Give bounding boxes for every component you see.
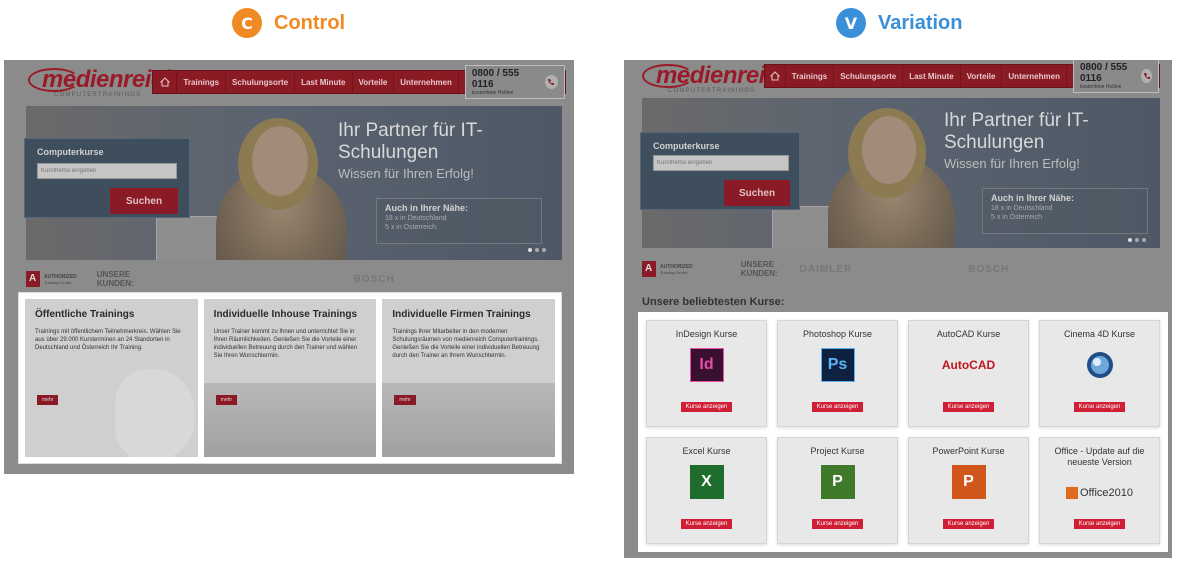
hotline-number: 0800 / 555 0116 bbox=[1079, 62, 1128, 84]
logo-swoosh-icon bbox=[642, 64, 694, 88]
office-icon: Office2010 bbox=[1063, 476, 1137, 510]
kurse-anzeigen-button[interactable]: Kurse anzeigen bbox=[1073, 519, 1126, 529]
control-screenshot: medienreich COMPUTERTRAININGS Trainings … bbox=[4, 60, 574, 474]
course-card-autocad[interactable]: AutoCAD Kurse AutoCAD Kurse anzeigen bbox=[908, 320, 1029, 427]
client-logo-daimler: DAIMLER bbox=[799, 263, 853, 275]
adobe-icon bbox=[642, 261, 656, 277]
nearby-locations-box[interactable]: Auch in Ihrer Nähe: 18 x in Deutschland … bbox=[982, 188, 1148, 234]
variation-badge: V bbox=[836, 8, 866, 38]
kurse-anzeigen-button[interactable]: Kurse anzeigen bbox=[1073, 402, 1126, 412]
clients-label: UNSERE KUNDEN: bbox=[740, 260, 778, 278]
hero-subtitle: Wissen für Ihren Erfolg! bbox=[944, 156, 1080, 171]
course-card-excel[interactable]: Excel Kurse X Kurse anzeigen bbox=[646, 437, 767, 544]
clients-label: UNSERE KUNDEN: bbox=[96, 270, 134, 288]
kurse-anzeigen-button[interactable]: Kurse anzeigen bbox=[680, 519, 733, 529]
powerpoint-icon: P bbox=[951, 465, 986, 499]
client-logo-bosch: BOSCH bbox=[353, 273, 395, 285]
hotline-box[interactable]: 0800 / 555 0116 kostenfreie Hotline bbox=[464, 65, 565, 99]
nav-item-unternehmen[interactable]: Unternehmen bbox=[394, 71, 459, 93]
hotline-label: kostenfreie Hotline bbox=[1079, 84, 1122, 90]
card-oeffentliche-trainings[interactable]: Öffentliche Trainings Trainings mit öffe… bbox=[25, 299, 198, 457]
nav-item-vorteile[interactable]: Vorteile bbox=[961, 65, 1003, 87]
germany-map-image bbox=[115, 369, 195, 457]
nav-item-unternehmen[interactable]: Unternehmen bbox=[1002, 65, 1067, 87]
cinema4d-icon bbox=[1083, 348, 1117, 382]
excel-icon: X bbox=[689, 465, 724, 499]
nearby-locations-box[interactable]: Auch in Ihrer Nähe: 18 x in Deutschland … bbox=[376, 198, 542, 244]
variation-screenshot: medienreich COMPUTERTRAININGS Trainings … bbox=[624, 60, 1172, 558]
adobe-authorized-logo: AUTHORIZED Training Center bbox=[26, 271, 77, 287]
variation-heading: V Variation bbox=[836, 8, 962, 38]
kurse-anzeigen-button[interactable]: Kurse anzeigen bbox=[680, 402, 733, 412]
hotline-number: 0800 / 555 0116 bbox=[471, 68, 520, 90]
main-nav: Trainings Schulungsorte Last Minute Vort… bbox=[764, 60, 1160, 93]
main-nav: Trainings Schulungsorte Last Minute Vort… bbox=[152, 65, 566, 99]
nav-item-schulungsorte[interactable]: Schulungsorte bbox=[834, 65, 904, 87]
kurse-anzeigen-button[interactable]: Kurse anzeigen bbox=[942, 402, 995, 412]
mehr-button[interactable]: mehr bbox=[394, 395, 416, 405]
search-title: Computerkurse bbox=[653, 141, 720, 151]
kurse-anzeigen-button[interactable]: Kurse anzeigen bbox=[942, 519, 995, 529]
home-icon[interactable] bbox=[765, 65, 786, 87]
course-card-office-update[interactable]: Office - Update auf die neueste Version … bbox=[1039, 437, 1160, 544]
search-input[interactable] bbox=[653, 155, 789, 171]
course-card-powerpoint[interactable]: PowerPoint Kurse P Kurse anzeigen bbox=[908, 437, 1029, 544]
popular-courses-grid: InDesign Kurse Id Kurse anzeigen Photosh… bbox=[638, 312, 1168, 552]
card-individuelle-inhouse-trainings[interactable]: Individuelle Inhouse Trainings Unser Tra… bbox=[203, 299, 377, 457]
nav-item-vorteile[interactable]: Vorteile bbox=[353, 71, 395, 93]
hero-title: Ihr Partner für IT- Schulungen bbox=[338, 120, 483, 163]
nav-item-last-minute[interactable]: Last Minute bbox=[295, 71, 353, 93]
course-card-indesign[interactable]: InDesign Kurse Id Kurse anzeigen bbox=[646, 320, 767, 427]
course-card-photoshop[interactable]: Photoshop Kurse Ps Kurse anzeigen bbox=[777, 320, 898, 427]
clients-row: AUTHORIZED Training Center UNSERE KUNDEN… bbox=[642, 256, 1162, 282]
logo-swoosh-icon bbox=[28, 68, 80, 92]
autocad-icon: AutoCAD bbox=[941, 358, 996, 372]
project-icon: P bbox=[820, 465, 855, 499]
popular-courses-heading: Unsere beliebtesten Kurse: bbox=[642, 296, 785, 308]
phone-icon bbox=[544, 75, 558, 89]
nav-item-trainings[interactable]: Trainings bbox=[177, 71, 227, 93]
client-logo-bosch: BOSCH bbox=[968, 263, 1010, 275]
carousel-dots[interactable] bbox=[528, 248, 546, 252]
control-badge: C bbox=[232, 8, 262, 38]
variation-label: Variation bbox=[878, 11, 963, 34]
adobe-authorized-logo: AUTHORIZED Training Center bbox=[642, 261, 693, 277]
search-input[interactable] bbox=[37, 163, 177, 179]
kurse-anzeigen-button[interactable]: Kurse anzeigen bbox=[811, 519, 864, 529]
search-button[interactable]: Suchen bbox=[110, 188, 178, 214]
nav-item-last-minute[interactable]: Last Minute bbox=[903, 65, 961, 87]
clients-row: AUTHORIZED Training Center UNSERE KUNDEN… bbox=[26, 266, 566, 292]
control-heading: C Control bbox=[232, 8, 345, 38]
phone-icon bbox=[1141, 69, 1152, 83]
trainings-cards: Öffentliche Trainings Trainings mit öffe… bbox=[18, 292, 562, 464]
hotline-box[interactable]: 0800 / 555 0116 kostenfreie Hotline bbox=[1072, 60, 1159, 93]
nav-item-schulungsorte[interactable]: Schulungsorte bbox=[226, 71, 296, 93]
indesign-icon: Id bbox=[689, 348, 724, 382]
mehr-button[interactable]: mehr bbox=[37, 395, 59, 405]
search-button[interactable]: Suchen bbox=[724, 180, 790, 206]
nav-item-trainings[interactable]: Trainings bbox=[786, 65, 835, 87]
mehr-button[interactable]: mehr bbox=[215, 395, 238, 405]
hero-subtitle: Wissen für Ihren Erfolg! bbox=[338, 166, 474, 181]
adobe-icon bbox=[26, 271, 40, 287]
hotline-label: kostenfreie Hotline bbox=[471, 90, 514, 96]
carousel-dots[interactable] bbox=[1128, 238, 1146, 242]
course-card-project[interactable]: Project Kurse P Kurse anzeigen bbox=[777, 437, 898, 544]
hero-title: Ihr Partner für IT- Schulungen bbox=[944, 110, 1089, 153]
card-individuelle-firmen-trainings[interactable]: Individuelle Firmen Trainings Trainings … bbox=[382, 299, 556, 457]
home-icon[interactable] bbox=[153, 71, 178, 93]
kurse-anzeigen-button[interactable]: Kurse anzeigen bbox=[811, 402, 864, 412]
search-title: Computerkurse bbox=[37, 147, 104, 157]
course-card-cinema4d[interactable]: Cinema 4D Kurse Kurse anzeigen bbox=[1039, 320, 1160, 427]
photoshop-icon: Ps bbox=[820, 348, 855, 382]
control-label: Control bbox=[274, 11, 346, 34]
